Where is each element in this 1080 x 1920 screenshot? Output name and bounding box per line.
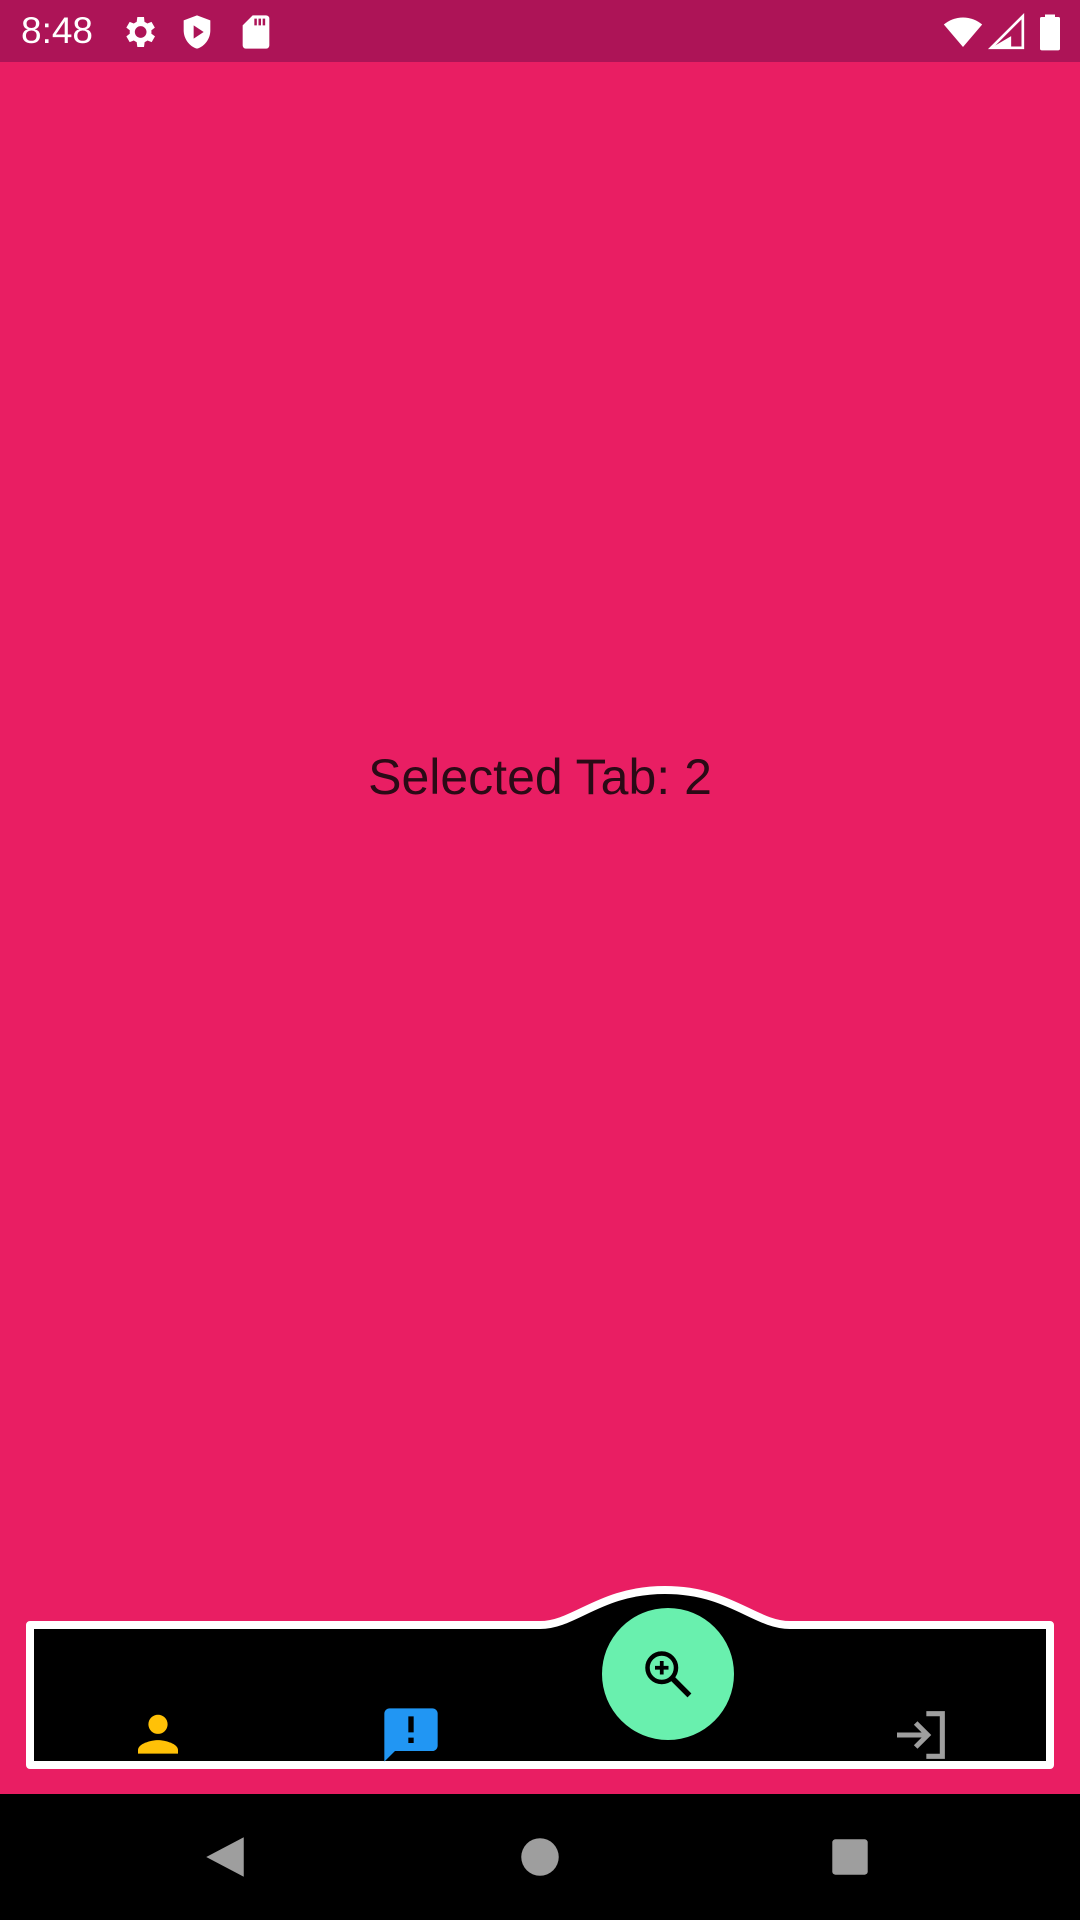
cellular-signal-icon	[987, 12, 1027, 52]
system-navigation-bar	[0, 1794, 1080, 1920]
zoom-in-icon	[645, 1651, 692, 1698]
nav-item-feedback[interactable]	[351, 1680, 471, 1790]
nav-item-profile[interactable]	[98, 1680, 218, 1790]
bottom-navigation-bar	[0, 1570, 1080, 1770]
zoom-in-fab[interactable]	[602, 1608, 734, 1740]
sd-card-icon	[236, 12, 276, 52]
recents-button[interactable]	[810, 1817, 890, 1897]
battery-icon	[1030, 12, 1070, 52]
back-icon	[206, 1837, 244, 1877]
main-content: Selected Tab: 2	[0, 62, 1080, 1794]
nav-item-login[interactable]	[861, 1680, 981, 1790]
settings-icon	[119, 12, 159, 52]
home-icon	[521, 1838, 559, 1876]
home-button[interactable]	[500, 1817, 580, 1897]
recents-icon	[832, 1839, 868, 1875]
feedback-icon	[384, 1708, 438, 1762]
app-screen: 8:48 Selected Tab: 2	[0, 0, 1080, 1920]
login-icon	[897, 1711, 945, 1759]
back-button[interactable]	[185, 1817, 265, 1897]
shield-play-icon	[177, 12, 217, 52]
status-bar: 8:48	[0, 0, 1080, 62]
wifi-icon	[943, 12, 983, 52]
person-icon	[138, 1714, 178, 1754]
status-time: 8:48	[21, 10, 94, 51]
selected-tab-text: Selected Tab: 2	[368, 749, 712, 805]
